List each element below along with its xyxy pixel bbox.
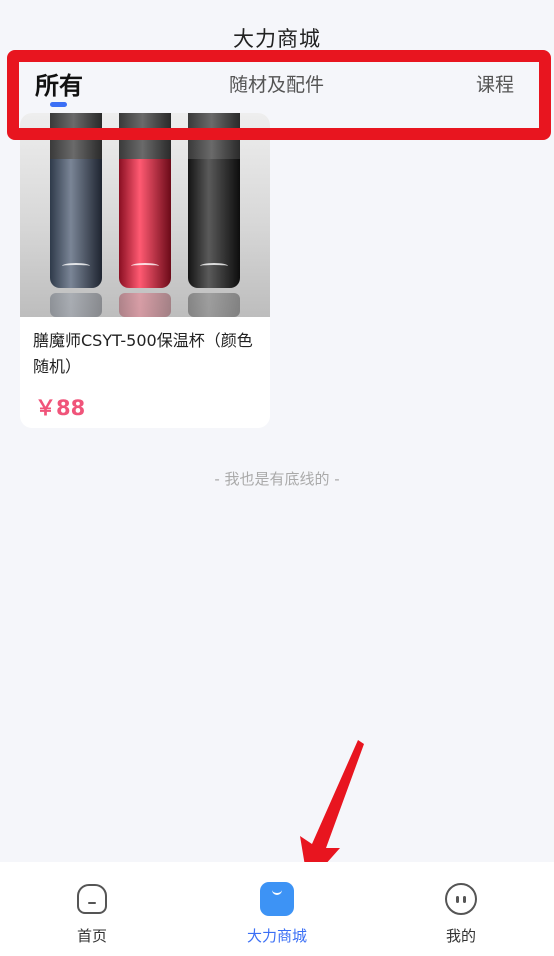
tab-bar-profile-label: 我的 <box>445 927 476 945</box>
tab-bar-home-label: 首页 <box>76 927 107 945</box>
list-end-note: - 我也是有底线的 - <box>214 470 340 488</box>
tab-bar-shop-label: 大力商城 <box>246 927 307 945</box>
bottle-black <box>188 113 240 317</box>
tab-bar-profile[interactable]: 我的 <box>401 862 521 956</box>
mall-page: 大力商城 所有 随材及配件 课程 膳魔师CSYT-500保温杯（颜色随机） ￥8… <box>0 0 554 956</box>
bottle-gray <box>50 113 102 317</box>
product-card[interactable]: 膳魔师CSYT-500保温杯（颜色随机） ￥88 <box>20 113 270 428</box>
bottom-tab-bar: 首页 大力商城 我的 <box>0 862 554 956</box>
product-image <box>20 113 270 317</box>
page-title: 大力商城 <box>233 27 321 51</box>
tab-all[interactable]: 所有 <box>35 66 83 101</box>
product-price: ￥88 <box>35 396 86 420</box>
title-bar: 大力商城 <box>0 0 554 60</box>
product-name: 膳魔师CSYT-500保温杯（颜色随机） <box>33 331 253 376</box>
tab-bar-home[interactable]: 首页 <box>32 862 152 956</box>
tab-active-indicator <box>50 102 67 107</box>
shop-icon <box>260 882 294 916</box>
profile-icon <box>444 882 478 916</box>
bottle-red <box>119 113 171 317</box>
tab-bar-shop[interactable]: 大力商城 <box>217 862 337 956</box>
category-tabs: 所有 随材及配件 课程 <box>0 60 554 118</box>
home-icon <box>75 882 109 916</box>
tab-accessories[interactable]: 随材及配件 <box>229 70 324 97</box>
tab-course[interactable]: 课程 <box>476 70 514 97</box>
